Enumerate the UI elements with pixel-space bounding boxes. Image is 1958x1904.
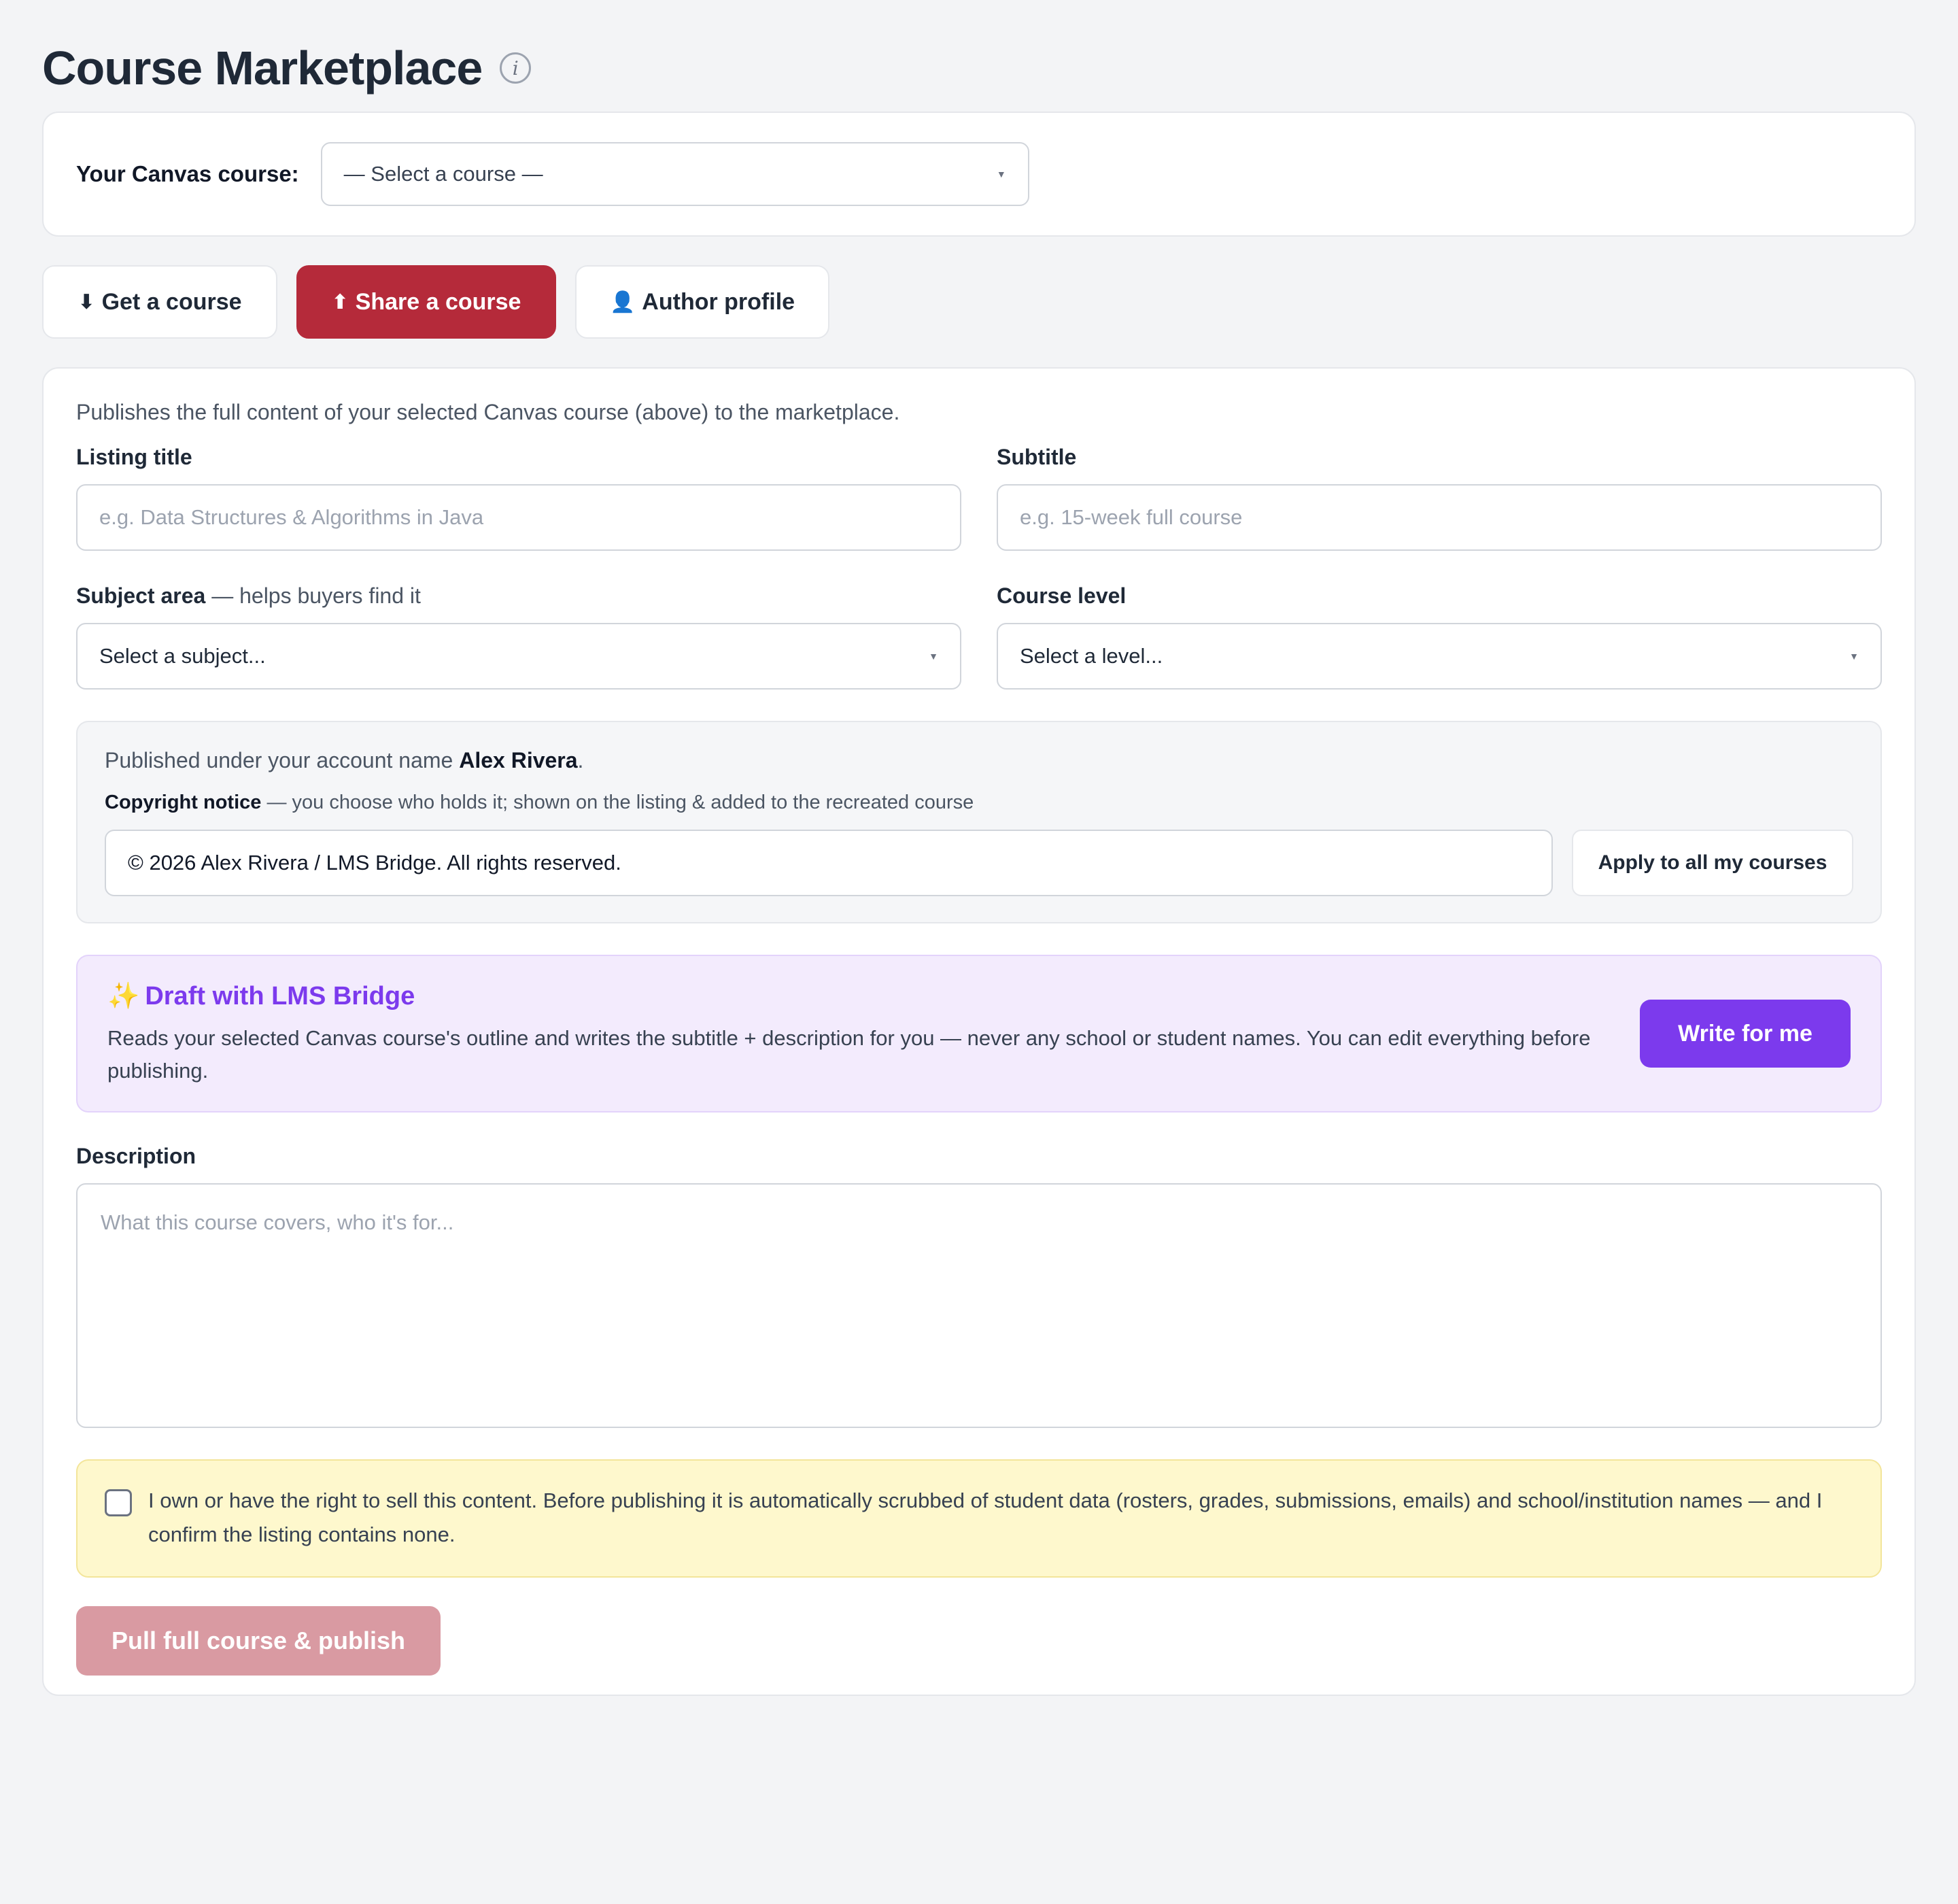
subtitle-input[interactable]: e.g. 15-week full course (997, 484, 1882, 551)
subtitle-group: Subtitle e.g. 15-week full course (997, 443, 1882, 551)
subject-label-text: Subject area (76, 583, 206, 608)
tab-share-course[interactable]: ⬆ Share a course (296, 265, 556, 339)
subject-select[interactable]: Select a subject... ▼ (76, 623, 961, 690)
user-icon: 👤 (609, 290, 636, 313)
subject-label: Subject area — helps buyers find it (76, 582, 961, 609)
course-select[interactable]: — Select a course — ▼ (320, 142, 1029, 206)
tab-label: Share a course (355, 288, 521, 315)
header: Course Marketplace i (42, 0, 1916, 101)
level-label: Course level (997, 583, 1127, 608)
copyright-input[interactable]: © 2026 Alex Rivera / LMS Bridge. All rig… (105, 830, 1553, 896)
account-prefix: Published under your account name (105, 748, 460, 772)
description-textarea[interactable]: What this course covers, who it's for... (76, 1183, 1882, 1428)
share-intro: Publishes the full content of your selec… (76, 400, 900, 424)
copyright-row: © 2026 Alex Rivera / LMS Bridge. All rig… (105, 830, 1853, 896)
copyright-label: Copyright notice — you choose who holds … (105, 790, 1853, 815)
share-form-card: Publishes the full content of your selec… (42, 367, 1916, 1696)
classification-row: Subject area — helps buyers find it Sele… (76, 582, 1882, 690)
tab-author-profile[interactable]: 👤 Author profile (575, 265, 829, 339)
tab-bar: ⬇ Get a course ⬆ Share a course 👤 Author… (42, 265, 1916, 339)
copyright-label-text: Copyright notice (105, 792, 262, 813)
ai-draft-box: ✨ Draft with LMS Bridge Reads your select… (76, 955, 1882, 1112)
listing-title-input[interactable]: e.g. Data Structures & Algorithms in Jav… (76, 484, 961, 551)
account-box: Published under your account name Alex R… (76, 721, 1882, 923)
write-for-me-button[interactable]: Write for me (1640, 1000, 1851, 1068)
tab-label: Get a course (101, 288, 242, 315)
page-title: Course Marketplace (42, 41, 483, 95)
sparkle-icon: ✨ (107, 982, 140, 1010)
publish-button[interactable]: Pull full course & publish (76, 1606, 441, 1676)
ai-draft-title: ✨ Draft with LMS Bridge (107, 980, 1599, 1013)
ai-draft-description: Reads your selected Canvas course's outl… (107, 1026, 1591, 1083)
listing-title-group: Listing title e.g. Data Structures & Alg… (76, 443, 961, 551)
course-picker-label: Your Canvas course: (76, 161, 299, 186)
subtitle-label: Subtitle (997, 445, 1077, 469)
subject-group: Subject area — helps buyers find it Sele… (76, 582, 961, 690)
chevron-down-icon: ▼ (996, 169, 1006, 180)
level-group: Course level Select a level... ▼ (997, 582, 1882, 690)
page: Course Marketplace i Your Canvas course:… (0, 0, 1958, 1696)
listing-title-label: Listing title (76, 445, 192, 469)
course-picker-card: Your Canvas course: — Select a course — … (42, 112, 1916, 237)
level-select[interactable]: Select a level... ▼ (997, 623, 1882, 690)
description-label: Description (76, 1144, 196, 1168)
info-icon[interactable]: i (500, 52, 532, 84)
consent-box: I own or have the right to sell this con… (76, 1459, 1882, 1578)
consent-checkbox[interactable] (105, 1489, 132, 1516)
apply-to-all-button[interactable]: Apply to all my courses (1572, 830, 1853, 896)
tab-label: Author profile (642, 288, 795, 315)
account-suffix: . (577, 748, 584, 772)
consent-text: I own or have the right to sell this con… (148, 1489, 1823, 1546)
account-name: Alex Rivera (459, 748, 578, 772)
arrow-down-icon: ⬇ (78, 290, 95, 313)
copyright-hint: — you choose who holds it; shown on the … (261, 792, 974, 813)
arrow-up-icon: ⬆ (331, 290, 349, 313)
subject-hint: — helps buyers find it (205, 583, 421, 608)
tab-get-course[interactable]: ⬇ Get a course (42, 265, 277, 339)
subject-select-value: Select a subject... (99, 644, 266, 668)
course-select-value: — Select a course — (343, 162, 543, 186)
ai-draft-text: ✨ Draft with LMS Bridge Reads your select… (107, 980, 1599, 1087)
chevron-down-icon: ▼ (929, 651, 938, 662)
level-select-value: Select a level... (1020, 644, 1163, 668)
chevron-down-icon: ▼ (1849, 651, 1859, 662)
title-row: Listing title e.g. Data Structures & Alg… (76, 443, 1882, 551)
ai-draft-title-text: Draft with LMS Bridge (145, 982, 415, 1010)
account-line: Published under your account name Alex R… (105, 747, 1853, 774)
